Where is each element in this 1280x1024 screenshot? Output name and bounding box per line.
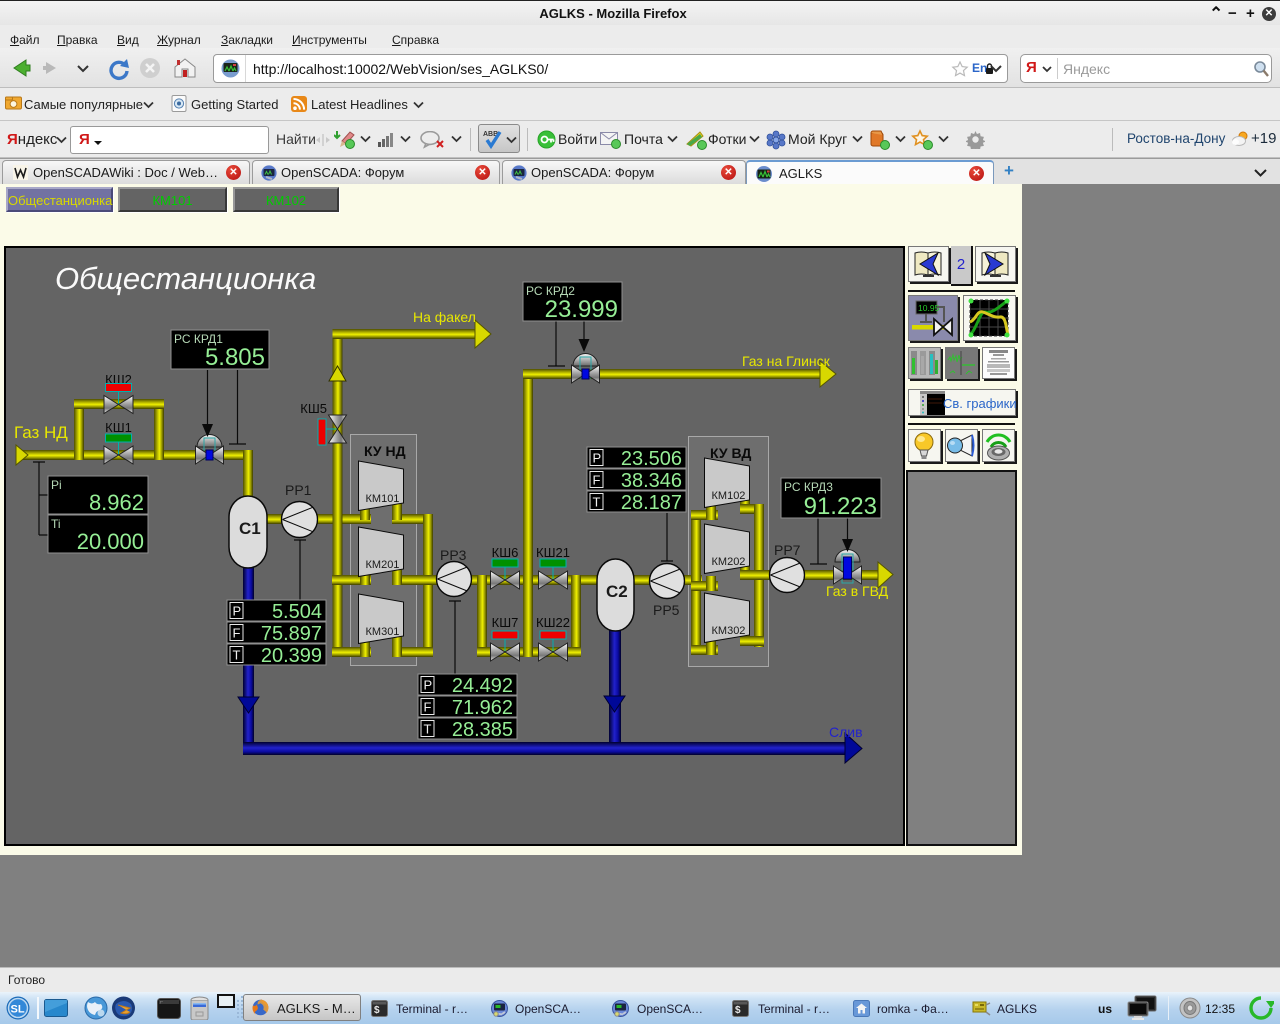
svg-text:КМ101: КМ101 <box>366 493 400 505</box>
svg-text:20.399: 20.399 <box>261 645 322 667</box>
svg-text:РС КРД3: РС КРД3 <box>784 480 833 494</box>
svg-text:P: P <box>233 604 242 619</box>
svg-text:38.346: 38.346 <box>621 470 682 492</box>
svg-text:КШ6: КШ6 <box>492 545 519 560</box>
svg-text:F: F <box>593 473 601 488</box>
svg-text:P: P <box>424 678 433 693</box>
svg-text:23.506: 23.506 <box>621 448 682 470</box>
svg-text:28.385: 28.385 <box>452 719 513 741</box>
svg-text:23.999: 23.999 <box>545 296 618 323</box>
svg-text:На факел: На факел <box>413 309 476 325</box>
svg-text:РР1: РР1 <box>285 482 312 498</box>
svg-text:8.962: 8.962 <box>89 490 144 515</box>
svg-text:КМ202: КМ202 <box>712 556 746 568</box>
svg-text:24.492: 24.492 <box>452 675 513 697</box>
svg-text:T: T <box>593 495 601 510</box>
svg-text:75.897: 75.897 <box>261 623 322 645</box>
svg-text:Газ в ГВД: Газ в ГВД <box>826 583 889 599</box>
svg-text:КШ7: КШ7 <box>492 615 519 630</box>
svg-text:En: En <box>972 61 987 75</box>
svg-text:КМ201: КМ201 <box>366 559 400 571</box>
svg-text:$: $ <box>735 1005 741 1016</box>
svg-text:C2: C2 <box>606 582 628 601</box>
svg-text:$: $ <box>374 1005 380 1016</box>
svg-text:КУ НД: КУ НД <box>364 443 406 459</box>
svg-text:КШ22: КШ22 <box>536 615 570 630</box>
svg-text:КМ301: КМ301 <box>366 626 400 638</box>
svg-text:РР3: РР3 <box>440 547 467 563</box>
svg-text:РР5: РР5 <box>653 602 680 618</box>
svg-text:91.223: 91.223 <box>804 493 877 520</box>
svg-text:T: T <box>233 648 241 663</box>
svg-text:Слив: Слив <box>829 724 863 740</box>
svg-text:T: T <box>424 722 432 737</box>
svg-text:КМ302: КМ302 <box>712 625 746 637</box>
svg-text:5.805: 5.805 <box>205 344 265 371</box>
svg-text:Ti: Ti <box>51 517 61 531</box>
svg-text:Общестанционка: Общестанционка <box>55 261 316 296</box>
svg-text:КУ ВД: КУ ВД <box>710 445 751 461</box>
svg-text:Pi: Pi <box>51 478 62 492</box>
svg-text:F: F <box>424 700 432 715</box>
svg-text:C1: C1 <box>239 519 261 538</box>
svg-text:20.000: 20.000 <box>77 529 144 554</box>
svg-text:РР7: РР7 <box>774 542 801 558</box>
svg-text:10.95: 10.95 <box>918 303 940 313</box>
svg-text:КМ102: КМ102 <box>712 490 746 502</box>
svg-text:P: P <box>593 451 602 466</box>
svg-text:28.187: 28.187 <box>621 492 682 514</box>
svg-text:71.962: 71.962 <box>452 697 513 719</box>
svg-text:SL: SL <box>11 1004 25 1016</box>
svg-text:F: F <box>233 626 241 641</box>
svg-text:КШ21: КШ21 <box>536 545 570 560</box>
svg-text:КШ1: КШ1 <box>105 420 132 435</box>
svg-text:КШ5: КШ5 <box>300 401 327 416</box>
svg-text:5.504: 5.504 <box>272 601 322 623</box>
svg-text:Газ НД: Газ НД <box>14 423 68 442</box>
svg-text:Газ на Глинск: Газ на Глинск <box>742 353 831 369</box>
